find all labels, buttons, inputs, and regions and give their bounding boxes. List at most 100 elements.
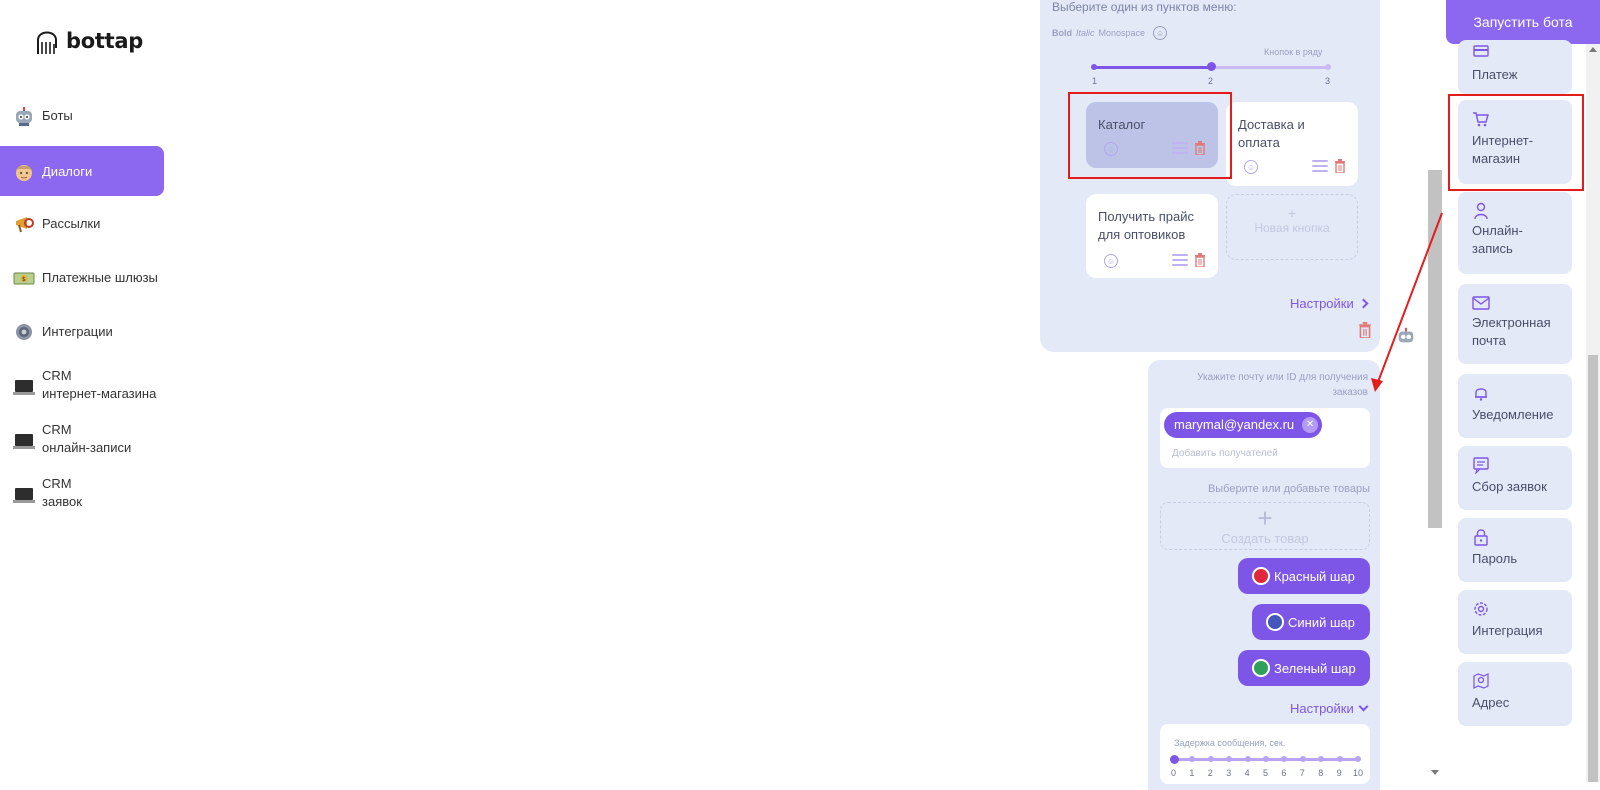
sidebar-nav: Боты Диалоги Рассылки $ Платежные шлюзы …	[0, 90, 164, 522]
delay-slider-stop[interactable]	[1299, 756, 1306, 762]
sidebar-item-crm-shop[interactable]: CRM интернет-магазина	[0, 360, 164, 414]
canvas-scrollbar-thumb[interactable]	[1428, 170, 1442, 528]
slider-handle[interactable]	[1207, 62, 1216, 71]
sidebar-item-label: Диалоги	[42, 164, 93, 179]
trash-icon[interactable]	[1194, 253, 1206, 267]
italic-button[interactable]: Italic	[1076, 28, 1095, 38]
sidebar-item-label: Интеграции	[42, 324, 113, 339]
robot-icon	[12, 104, 36, 128]
delay-slider-stop[interactable]	[1355, 756, 1361, 762]
sidebar-item-label: CRM заявок	[42, 475, 82, 511]
delay-tick-label: 5	[1263, 768, 1269, 778]
drag-handle-icon[interactable]	[1172, 254, 1188, 266]
slider-tick-label: 3	[1325, 76, 1331, 86]
emoji-icon[interactable]: ☺	[1153, 26, 1168, 40]
recipient-chip[interactable]: marymal@yandex.ru ✕	[1164, 412, 1323, 438]
products-label: Выберите или добавьте товары	[1207, 483, 1370, 495]
add-recipient-input[interactable]: Добавить получателей	[1172, 448, 1278, 459]
sidebar-item-bots[interactable]: Боты	[0, 90, 164, 144]
slider-fill	[1094, 66, 1211, 69]
slider-stop[interactable]	[1091, 64, 1097, 70]
remove-chip-icon[interactable]: ✕	[1302, 417, 1319, 433]
sidebar-item-mailings[interactable]: Рассылки	[0, 198, 164, 252]
product-green-ball[interactable]: Зеленый шар	[1238, 650, 1370, 686]
sidebar-item-crm-requests[interactable]: CRM заявок	[0, 468, 164, 522]
trash-icon[interactable]	[1334, 159, 1346, 173]
bold-button[interactable]: Bold	[1052, 28, 1072, 38]
face-icon	[12, 160, 36, 184]
scroll-up-arrow-icon[interactable]	[1589, 47, 1597, 52]
sidebar-item-label: CRM интернет-магазина	[42, 367, 156, 403]
delay-slider-stop[interactable]	[1170, 755, 1179, 764]
delay-slider-stop[interactable]	[1244, 756, 1251, 762]
chevron-down-icon	[1358, 701, 1369, 712]
sidebar-item-crm-booking[interactable]: CRM онлайн-записи	[0, 414, 164, 468]
menu-button-delivery[interactable]: Доставка и оплата	[1226, 102, 1358, 186]
sidebar-item-dialogs[interactable]: Диалоги	[0, 146, 164, 196]
monospace-button[interactable]: Monospace	[1099, 28, 1146, 38]
mail-icon	[1472, 296, 1490, 310]
block-label: Уведомление	[1472, 407, 1554, 422]
drag-handle-icon[interactable]	[1312, 160, 1328, 172]
slider-tick-label: 1	[1092, 76, 1098, 86]
block-notification[interactable]: Уведомление	[1458, 374, 1572, 438]
block-label: Интеграция	[1472, 623, 1543, 638]
chevron-right-icon	[1358, 298, 1369, 309]
scroll-down-arrow-icon[interactable]	[1431, 770, 1439, 775]
brand-logo[interactable]: bottap	[32, 24, 143, 58]
logo-text: bottap	[66, 29, 143, 53]
sidebar-item-label: Боты	[42, 108, 73, 123]
block-online-booking[interactable]: Онлайн-запись	[1458, 192, 1572, 274]
emoji-icon[interactable]: ☺	[1104, 254, 1118, 268]
launch-bot-button[interactable]: Запустить бота	[1446, 0, 1600, 44]
block-label: Адрес	[1472, 695, 1510, 710]
svg-text:$: $	[22, 276, 26, 283]
laptop-icon	[12, 428, 36, 452]
delay-tick-label: 3	[1226, 768, 1232, 778]
label-line: онлайн-записи	[42, 440, 132, 455]
card-icon	[1473, 45, 1489, 57]
label-line: оплата	[1238, 135, 1280, 150]
lock-icon	[1474, 529, 1488, 546]
laptop-icon	[12, 374, 36, 398]
create-product-button[interactable]: + Создать товар	[1160, 502, 1370, 550]
block-password[interactable]: Пароль	[1458, 518, 1572, 582]
block-requests[interactable]: Сбор заявок	[1458, 446, 1572, 510]
product-blue-ball[interactable]: Синий шар	[1252, 604, 1370, 640]
delay-tick-label: 10	[1353, 768, 1364, 778]
delay-tick-label: 9	[1336, 768, 1342, 778]
buttons-per-row-label: Кнопок в ряду	[1264, 47, 1323, 57]
settings-label: Настройки	[1290, 296, 1354, 311]
green-ball-icon	[1252, 659, 1270, 677]
delay-slider-stop[interactable]	[1336, 756, 1343, 762]
label-line: CRM	[42, 422, 72, 437]
block-email[interactable]: Электронная почта	[1458, 284, 1572, 364]
slider-tick-label: 2	[1208, 76, 1214, 86]
format-toolbar: Bold Italic Monospace ☺	[1052, 26, 1168, 40]
emoji-icon[interactable]: ☺	[1244, 160, 1258, 174]
block-integration[interactable]: Интеграция	[1458, 590, 1572, 654]
shop-settings-link[interactable]: Настройки	[1290, 701, 1369, 716]
sidebar-item-payment-gateways[interactable]: $ Платежные шлюзы	[0, 252, 164, 306]
sidebar-item-label: Рассылки	[42, 216, 101, 231]
recipient-email: marymal@yandex.ru	[1174, 417, 1295, 432]
block-address[interactable]: Адрес	[1458, 662, 1572, 726]
new-button[interactable]: + Новая кнопка	[1226, 194, 1358, 260]
product-label: Зеленый шар	[1274, 660, 1356, 676]
sidebar-item-label: Платежные шлюзы	[42, 270, 158, 285]
product-red-ball[interactable]: Красный шар	[1238, 558, 1370, 594]
menu-settings-link[interactable]: Настройки	[1290, 296, 1369, 311]
delay-slider-stop[interactable]	[1207, 756, 1214, 762]
product-label: Синий шар	[1288, 614, 1355, 630]
block-payment[interactable]: Платеж	[1458, 40, 1572, 94]
label-line: интернет-магазина	[42, 386, 157, 401]
page-scrollbar-thumb[interactable]	[1588, 355, 1598, 782]
octopus-logo-icon	[37, 31, 57, 54]
sidebar-item-integrations[interactable]: Интеграции	[0, 306, 164, 360]
trash-icon[interactable]	[1358, 322, 1372, 338]
slider-stop[interactable]	[1325, 64, 1331, 70]
robot-icon	[1398, 327, 1414, 343]
delay-slider-stop[interactable]	[1263, 756, 1269, 762]
menu-hint: Выберите один из пунктов меню:	[1052, 0, 1237, 14]
label-line: Получить прайс	[1098, 209, 1195, 224]
